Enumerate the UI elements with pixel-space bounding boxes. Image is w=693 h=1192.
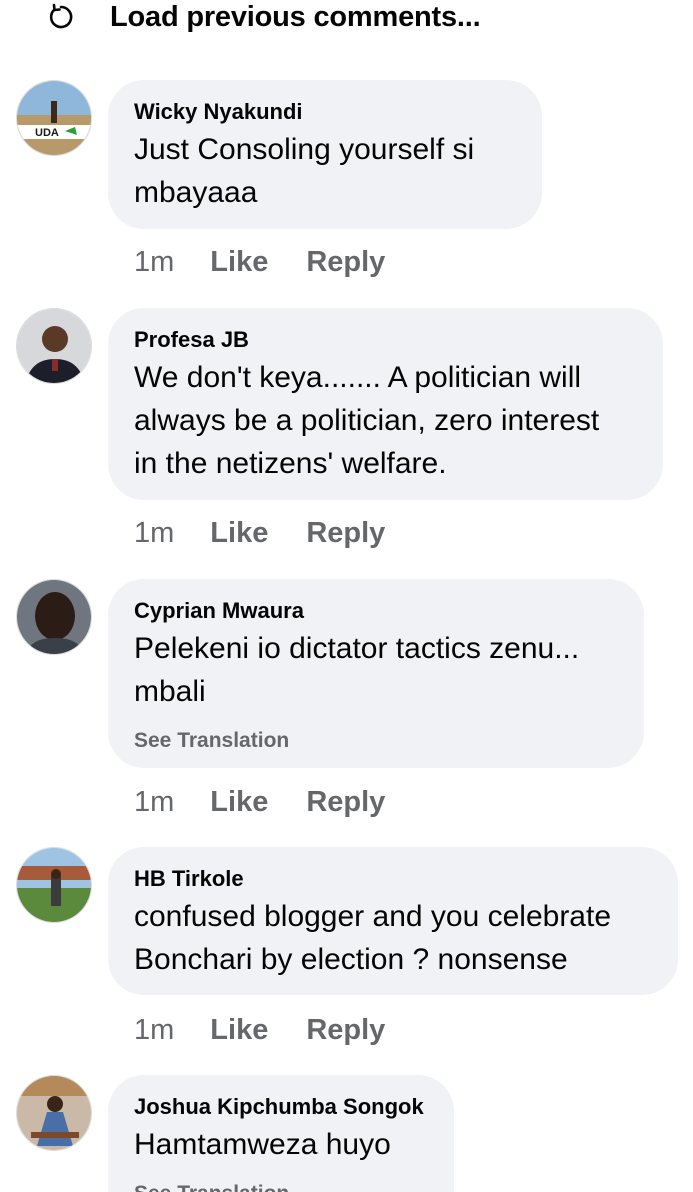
reply-button[interactable]: Reply	[306, 245, 385, 279]
avatar-logo-text: UDA	[35, 127, 59, 139]
comment-time[interactable]: 1m	[134, 785, 174, 819]
like-button[interactable]: Like	[210, 785, 268, 819]
comment-time[interactable]: 1m	[134, 245, 174, 279]
comment-text-line: Hamtamweza huyo	[134, 1128, 391, 1161]
like-button[interactable]: Like	[210, 1013, 268, 1047]
comment-text: Just Consoling yourself si mbayaaa	[134, 128, 516, 214]
load-previous-label: Load previous comments...	[110, 0, 481, 33]
comment-author[interactable]: Cyprian Mwaura	[134, 599, 618, 623]
comment-time[interactable]: 1m	[134, 516, 174, 550]
comment-bubble[interactable]: Wicky Nyakundi Just Consoling yourself s…	[108, 80, 542, 229]
comment-text-line: mbayaaa	[134, 176, 258, 209]
comment-text: confused blogger and you celebrate Bonch…	[134, 895, 652, 981]
reply-button[interactable]: Reply	[306, 785, 385, 819]
load-previous-comments-button[interactable]: Load previous comments...	[46, 0, 481, 34]
comment-actions: 1m Like Reply	[134, 1013, 385, 1047]
comment-text-line: We don't keya....... A politician will	[134, 361, 582, 394]
reload-icon	[46, 2, 76, 32]
comment-time[interactable]: 1m	[134, 1013, 174, 1047]
reply-button[interactable]: Reply	[306, 1013, 385, 1047]
comment-bubble[interactable]: Cyprian Mwaura Pelekeni io dictator tact…	[108, 579, 644, 768]
see-translation-link[interactable]: See Translation	[134, 1182, 428, 1192]
comment-text-line: Just Consoling yourself si	[134, 133, 475, 166]
avatar[interactable]	[16, 308, 92, 384]
comment-bubble[interactable]: Joshua Kipchumba Songok Hamtamweza huyo …	[108, 1075, 454, 1192]
avatar[interactable]: UDA	[16, 80, 92, 156]
comment-bubble[interactable]: HB Tirkole confused blogger and you cele…	[108, 847, 678, 995]
comment-text-line: always be a politician, zero interest	[134, 404, 600, 437]
like-button[interactable]: Like	[210, 516, 268, 550]
comment-actions: 1m Like Reply	[134, 785, 385, 819]
comment-actions: 1m Like Reply	[134, 516, 385, 550]
comment-text-line: in the netizens' welfare.	[134, 447, 447, 480]
reply-button[interactable]: Reply	[306, 516, 385, 550]
comment-author[interactable]: HB Tirkole	[134, 867, 652, 891]
see-translation-link[interactable]: See Translation	[134, 729, 618, 753]
comment-bubble[interactable]: Profesa JB We don't keya....... A politi…	[108, 308, 663, 500]
comment-author[interactable]: Wicky Nyakundi	[134, 100, 516, 124]
comment-text: Hamtamweza huyo	[134, 1123, 428, 1166]
comment-text-line: Bonchari by election ? nonsense	[134, 943, 568, 976]
comment-author[interactable]: Joshua Kipchumba Songok	[134, 1095, 428, 1119]
comment-actions: 1m Like Reply	[134, 245, 385, 279]
comment-text-line: Pelekeni io dictator tactics zenu...	[134, 632, 580, 665]
comment-author[interactable]: Profesa JB	[134, 328, 637, 352]
avatar[interactable]	[16, 1075, 92, 1151]
comment-text-line: mbali	[134, 675, 206, 708]
comment-text: Pelekeni io dictator tactics zenu... mba…	[134, 627, 618, 713]
comment-text: We don't keya....... A politician will a…	[134, 356, 637, 485]
like-button[interactable]: Like	[210, 245, 268, 279]
comment-text-line: confused blogger and you celebrate	[134, 900, 612, 933]
avatar[interactable]	[16, 579, 92, 655]
avatar[interactable]	[16, 847, 92, 923]
